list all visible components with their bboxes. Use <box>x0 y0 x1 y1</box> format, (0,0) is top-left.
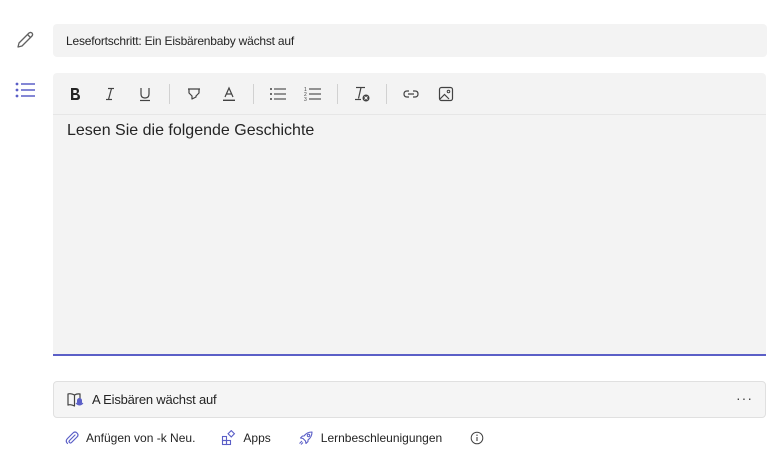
insert-image-button[interactable] <box>434 82 458 106</box>
bold-icon <box>71 87 80 100</box>
instructions-editor[interactable]: 1 2 3 Lesen Sie die folgende Geschichte <box>53 73 766 356</box>
assignment-footer-actions: Anfügen von -k Neu. Apps Lernbeschleunig… <box>64 427 516 449</box>
svg-text:3: 3 <box>304 97 307 102</box>
bulleted-list-icon <box>270 87 286 100</box>
italic-icon <box>106 87 114 100</box>
paperclip-icon <box>65 431 79 445</box>
more-options-icon[interactable]: ··· <box>736 390 753 406</box>
font-color-icon <box>223 86 235 101</box>
italic-button[interactable] <box>98 82 122 106</box>
underline-button[interactable] <box>133 82 157 106</box>
toolbar-divider <box>337 83 338 104</box>
underline-icon <box>140 87 150 101</box>
instructions-list-icon <box>14 79 36 101</box>
toolbar-divider <box>169 83 170 104</box>
bold-button[interactable] <box>63 82 87 106</box>
apps-button[interactable]: Apps <box>221 430 271 446</box>
highlighter-icon <box>188 87 200 100</box>
assignment-title-input[interactable]: Lesefortschritt: Ein Eisbärenbaby wächst… <box>53 24 767 57</box>
highlight-button[interactable] <box>182 82 206 106</box>
rocket-icon <box>298 431 313 445</box>
editor-content[interactable]: Lesen Sie die folgende Geschichte <box>53 115 766 147</box>
insert-link-button[interactable] <box>399 82 423 106</box>
bullet-list-button[interactable] <box>266 82 290 106</box>
assignment-editor: Lesefortschritt: Ein Eisbärenbaby wächst… <box>0 0 784 457</box>
pencil-icon <box>14 29 36 51</box>
attachment-name: A Eisbären wächst auf <box>92 392 217 407</box>
apps-icon <box>222 430 236 446</box>
image-icon <box>438 86 454 101</box>
attachment-card[interactable]: A Eisbären wächst auf ··· <box>53 381 766 418</box>
numbered-list-button[interactable]: 1 2 3 <box>301 82 325 106</box>
clear-formatting-button[interactable] <box>350 82 374 106</box>
attach-button[interactable]: Anfügen von -k Neu. <box>64 430 195 446</box>
info-icon <box>470 431 484 445</box>
apps-label: Apps <box>243 431 271 445</box>
learning-accelerators-button[interactable]: Lernbeschleunigungen <box>297 429 442 447</box>
info-button[interactable] <box>470 431 490 445</box>
toolbar-divider <box>386 83 387 104</box>
assignment-title-text: Lesefortschritt: Ein Eisbärenbaby wächst… <box>66 33 294 48</box>
font-color-button[interactable] <box>217 82 241 106</box>
clear-formatting-icon <box>355 86 370 101</box>
immersive-reader-icon <box>67 392 84 407</box>
toolbar-divider <box>253 83 254 104</box>
formatting-toolbar: 1 2 3 <box>53 73 766 115</box>
numbered-list-icon: 1 2 3 <box>304 87 321 102</box>
link-icon <box>403 89 419 98</box>
attach-label: Anfügen von -k Neu. <box>86 431 196 445</box>
learning-accelerators-label: Lernbeschleunigungen <box>320 431 443 445</box>
